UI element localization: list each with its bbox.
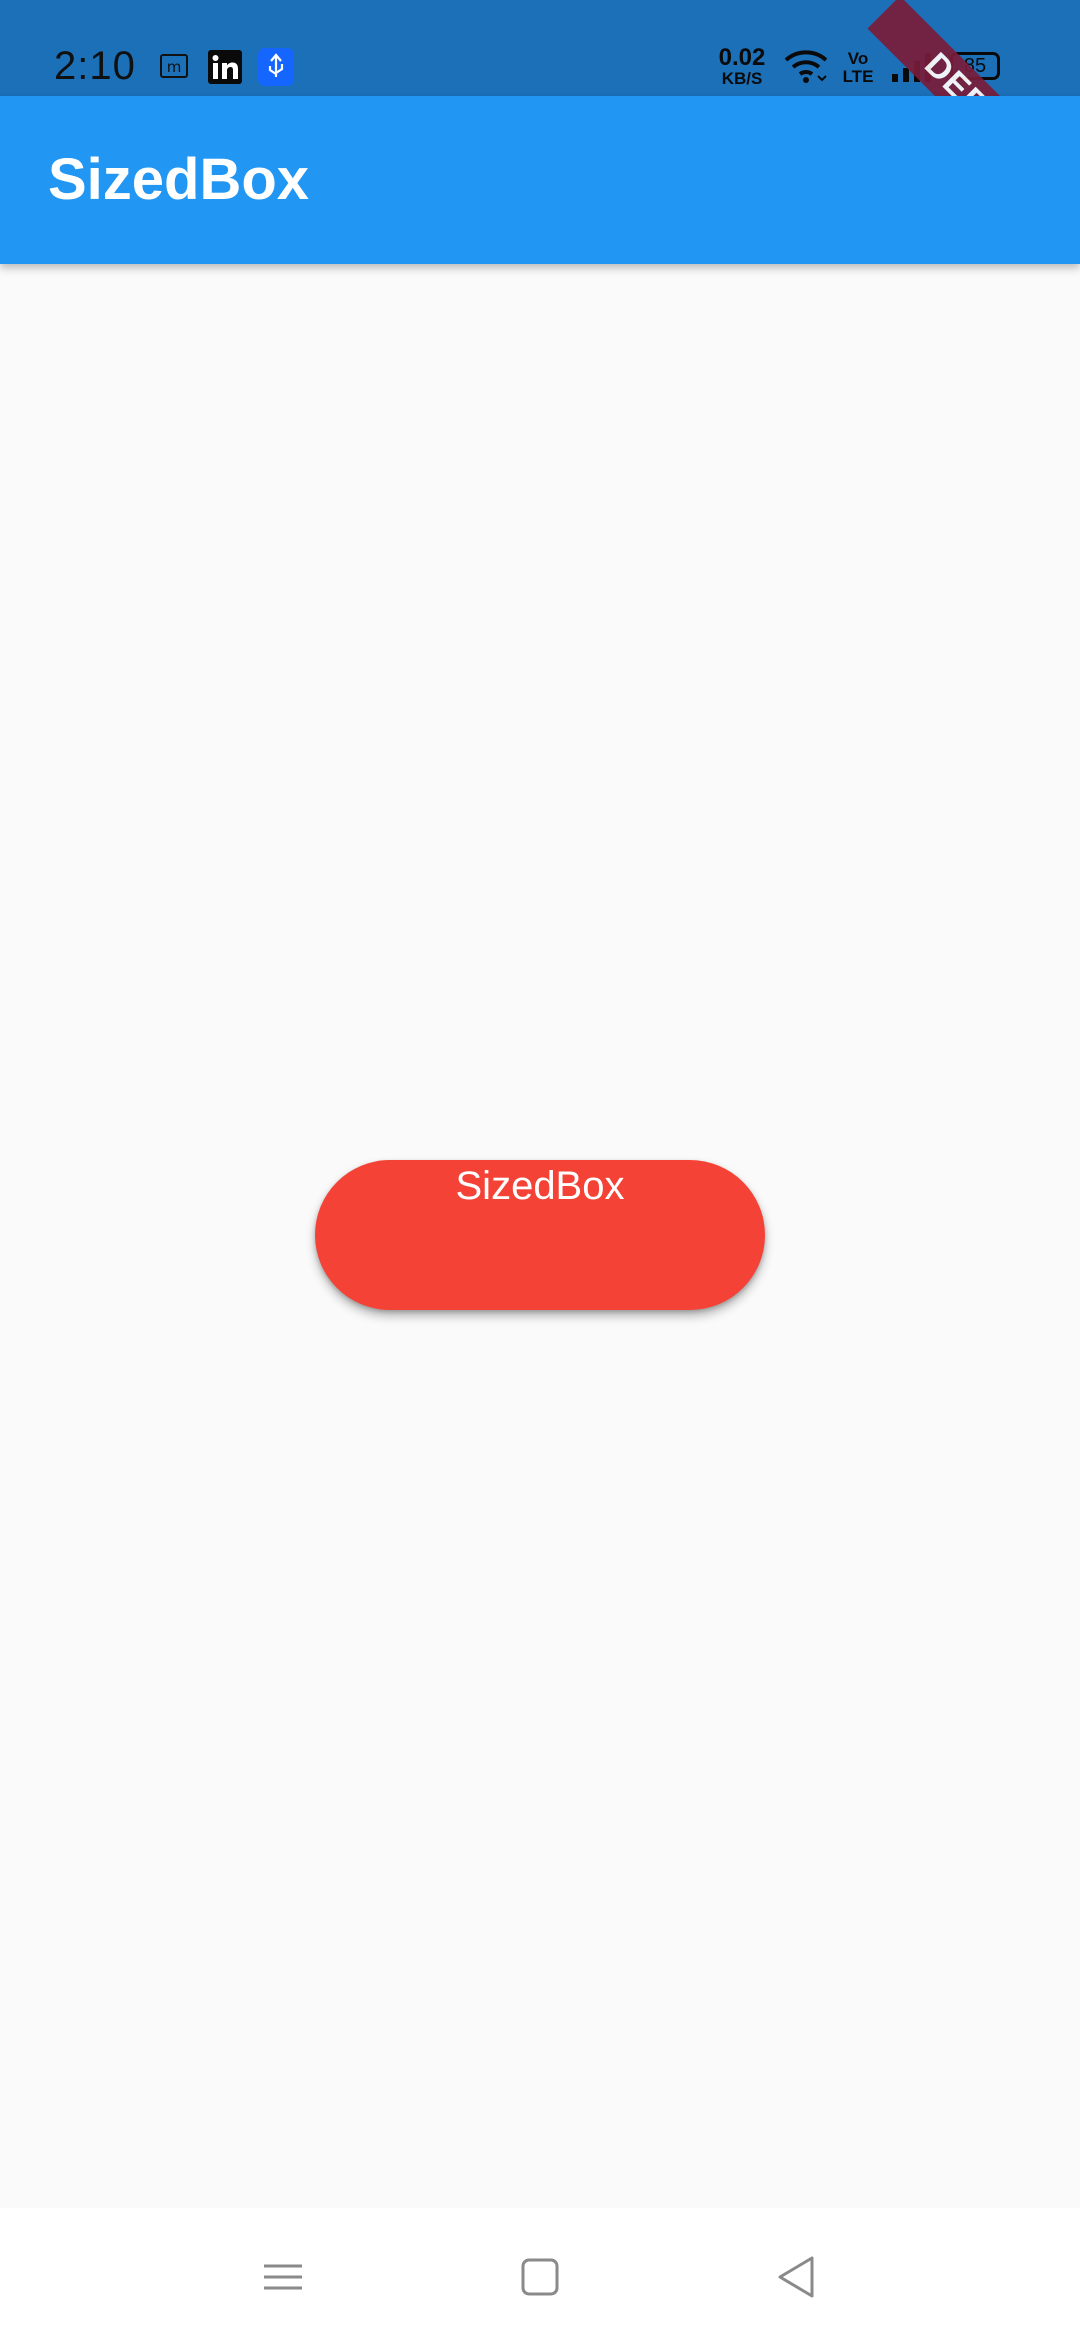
volte-indicator: Vo LTE — [842, 49, 874, 86]
usb-icon — [258, 48, 294, 86]
menu-icon[interactable] — [248, 2242, 318, 2312]
page-title: SizedBox — [48, 147, 310, 212]
svg-text:m: m — [167, 58, 182, 76]
linkedin-icon — [208, 50, 242, 84]
home-square-icon[interactable] — [505, 2242, 575, 2312]
network-speed-value: 0.02 — [718, 44, 766, 71]
network-speed-unit: KB/S — [721, 69, 763, 88]
status-bar: 2:10 m 0.02 KB/S Vo LTE 85 DEBUG — [0, 0, 1080, 213]
back-triangle-icon[interactable] — [760, 2242, 830, 2312]
m-app-icon: m — [160, 54, 188, 78]
sizedbox-button[interactable]: SizedBox — [315, 1160, 765, 1310]
system-nav-bar — [0, 2208, 1080, 2340]
app-bar: SizedBox — [0, 96, 1080, 264]
wifi-icon — [784, 50, 828, 83]
status-time: 2:10 — [54, 44, 136, 88]
sizedbox-button-label: SizedBox — [455, 1164, 625, 1208]
network-speed: 0.02 KB/S — [712, 46, 772, 88]
